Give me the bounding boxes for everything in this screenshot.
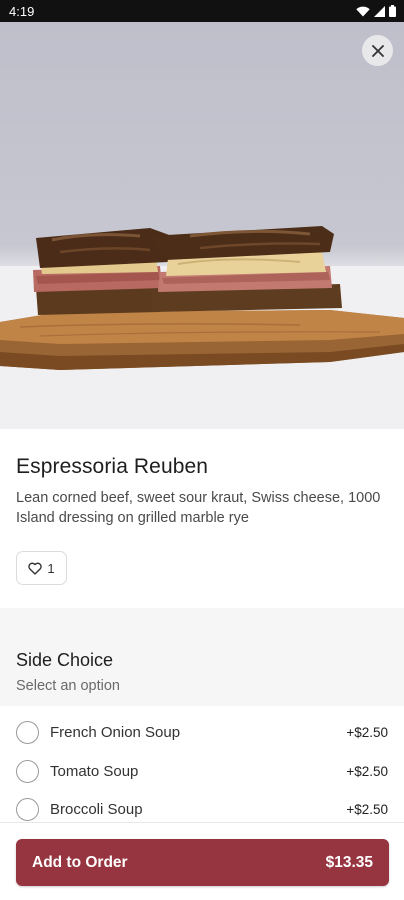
- option-price: +$2.50: [346, 801, 388, 817]
- close-button[interactable]: [362, 35, 393, 66]
- radio-button[interactable]: [16, 720, 39, 744]
- radio-button[interactable]: [16, 797, 39, 821]
- status-time: 4:19: [9, 3, 35, 19]
- status-icons: [356, 5, 396, 17]
- option-price: +$2.50: [346, 763, 388, 779]
- option-label: Tomato Soup: [50, 762, 139, 780]
- order-total: $13.35: [325, 853, 373, 871]
- favorite-count: 1: [47, 560, 55, 576]
- sandwich-illustration: [0, 226, 404, 429]
- product-description: Lean corned beef, sweet sour kraut, Swis…: [16, 490, 381, 526]
- favorite-button[interactable]: 1: [16, 551, 67, 585]
- radio-button[interactable]: [16, 759, 39, 783]
- side-choice-header: Side Choice Select an option: [0, 608, 404, 706]
- option-french-onion-soup[interactable]: French Onion Soup +$2.50: [0, 713, 404, 751]
- option-tomato-soup[interactable]: Tomato Soup +$2.50: [0, 752, 404, 790]
- battery-icon: [389, 5, 396, 17]
- section-subtitle: Select an option: [16, 678, 120, 694]
- wifi-icon: [356, 6, 370, 16]
- option-label: Broccoli Soup: [50, 800, 143, 818]
- add-to-order-label: Add to Order: [32, 853, 128, 871]
- product-image: [0, 22, 404, 429]
- heart-icon: [28, 562, 43, 575]
- close-icon: [371, 44, 384, 57]
- product-title: Espressoria Reuben: [16, 455, 209, 478]
- signal-icon: [374, 5, 385, 17]
- add-to-order-button[interactable]: Add to Order $13.35: [16, 839, 389, 886]
- status-bar: 4:19: [0, 0, 404, 22]
- option-label: French Onion Soup: [50, 723, 181, 741]
- option-price: +$2.50: [346, 724, 388, 740]
- section-title: Side Choice: [16, 650, 114, 670]
- footer-bar: Add to Order $13.35: [0, 822, 404, 900]
